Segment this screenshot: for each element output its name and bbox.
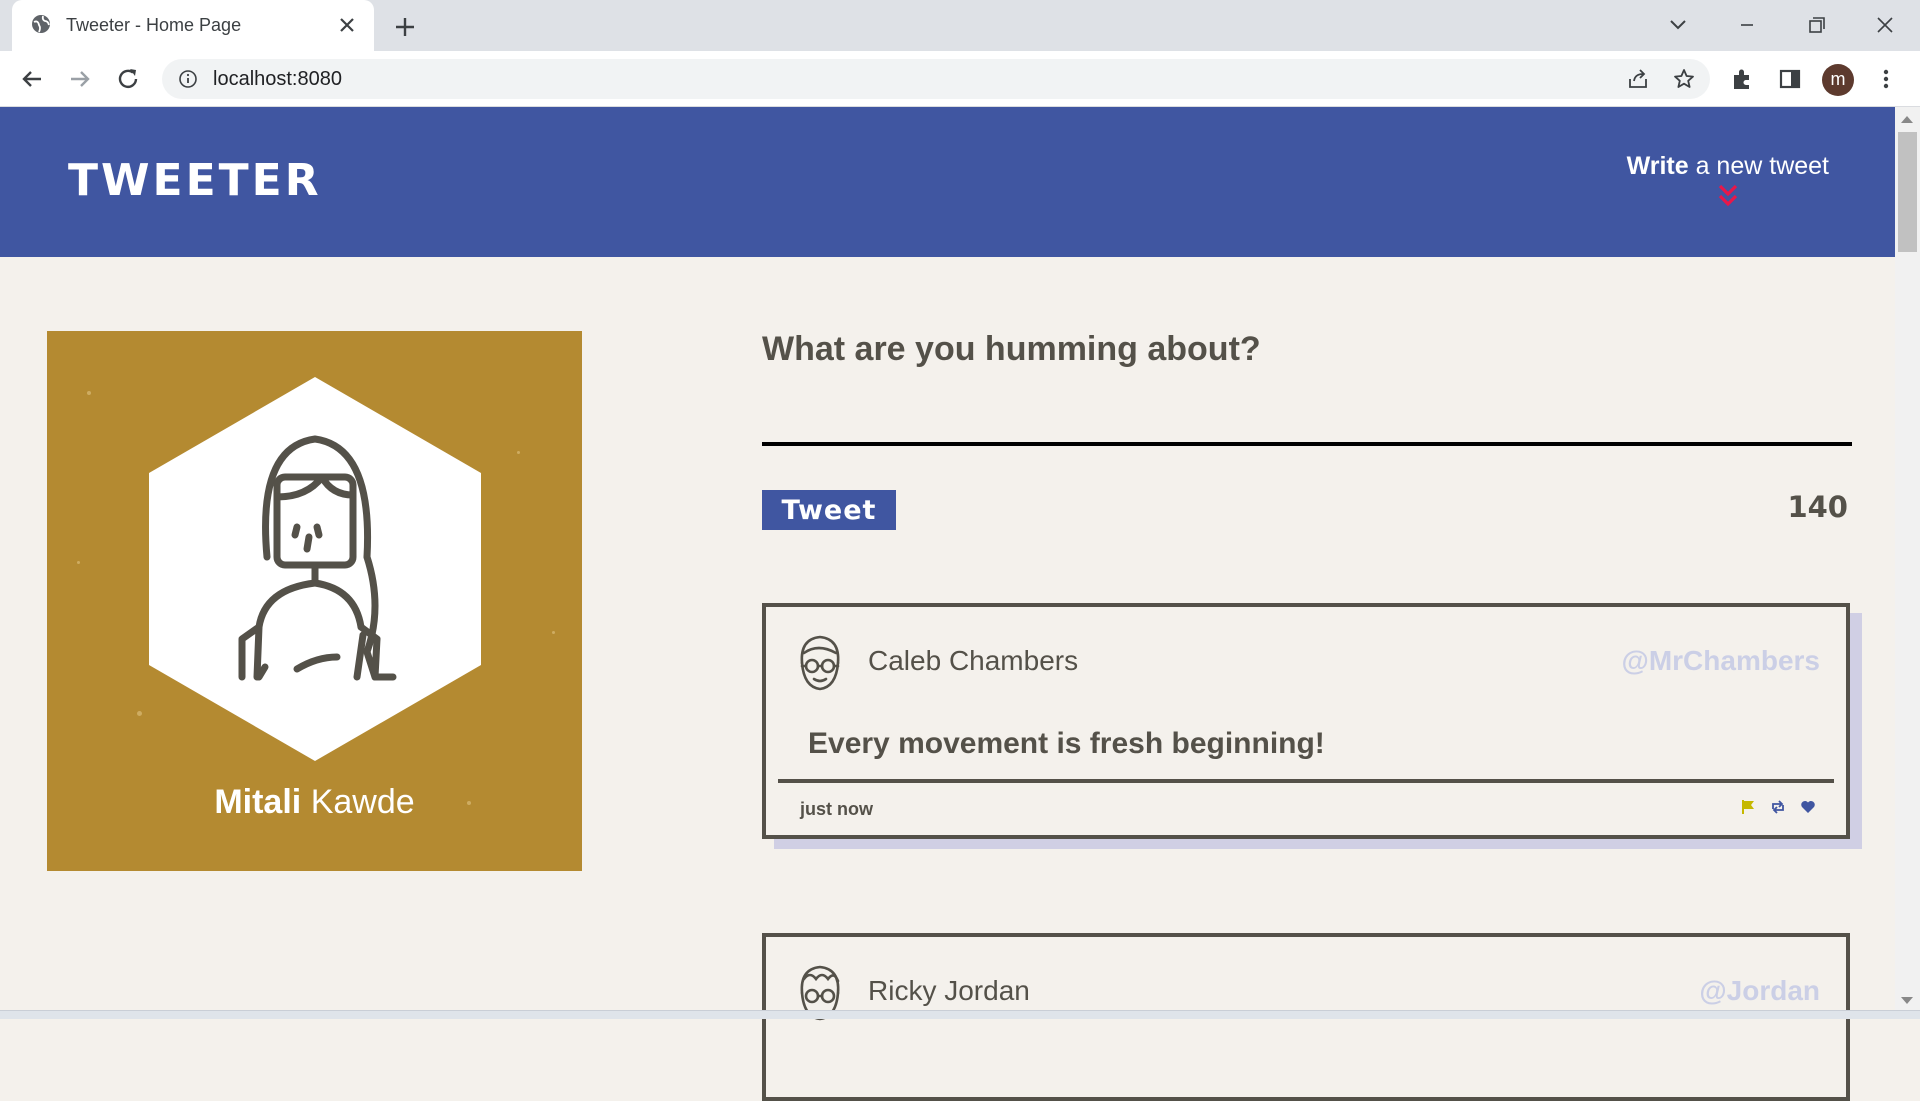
globe-icon (30, 13, 52, 39)
scroll-down-arrow[interactable] (1901, 997, 1913, 1004)
profile-avatar-hex (149, 377, 481, 761)
minimize-icon[interactable] (1727, 10, 1767, 40)
browser-tabstrip: Tweeter - Home Page (0, 0, 1920, 51)
browser-tab[interactable]: Tweeter - Home Page (12, 0, 374, 51)
side-panel-icon[interactable] (1774, 63, 1806, 95)
brand-logo: Tweeter (68, 155, 322, 206)
profile-avatar[interactable]: m (1822, 64, 1854, 96)
url-text: localhost:8080 (213, 68, 342, 90)
user-avatar-icon (800, 635, 840, 691)
window-close-icon[interactable] (1865, 10, 1905, 40)
share-icon[interactable] (1626, 67, 1650, 95)
site-header: Tweeter Write a new tweet (0, 107, 1895, 257)
profile-first-name: Mitali (214, 783, 302, 821)
char-counter: 140 (1787, 490, 1848, 524)
tweet-card: Caleb Chambers @MrChambers Every movemen… (762, 603, 1850, 839)
profile-card: Mitali Kawde (47, 331, 582, 871)
star-icon[interactable] (1672, 67, 1696, 95)
flag-icon[interactable] (1740, 799, 1756, 819)
heart-icon[interactable] (1800, 799, 1816, 819)
tweet-textarea[interactable] (762, 380, 1852, 446)
tweet-author-name: Ricky Jordan (868, 975, 1030, 1006)
tweet-footer: just now (778, 779, 1834, 835)
scroll-up-arrow[interactable] (1901, 116, 1913, 123)
compose-label: a new tweet (1688, 152, 1829, 180)
retweet-icon[interactable] (1770, 799, 1786, 819)
scroll-thumb[interactable] (1898, 132, 1917, 252)
tweet-actions (1740, 799, 1816, 819)
new-tab-icon[interactable] (390, 12, 420, 42)
extensions-icon[interactable] (1726, 63, 1758, 95)
new-tweet-section: What are you humming about? Tweet 140 (762, 330, 1852, 530)
menu-icon[interactable] (1870, 63, 1902, 95)
info-icon[interactable] (178, 69, 198, 93)
tweet-header: Caleb Chambers @MrChambers (766, 607, 1846, 717)
profile-name: Mitali Kawde (47, 783, 582, 822)
back-icon[interactable] (16, 63, 48, 95)
close-icon[interactable] (334, 12, 360, 38)
tweet-author-handle: @MrChambers (1621, 645, 1820, 676)
compose-bold-label: Write (1626, 152, 1689, 180)
tweet-timestamp: just now (800, 799, 873, 819)
tweet-button[interactable]: Tweet (762, 490, 896, 530)
composer-prompt: What are you humming about? (762, 330, 1261, 368)
tweet-header: Ricky Jordan @Jordan (766, 937, 1846, 1047)
write-new-tweet-toggle[interactable]: Write a new tweet (1627, 152, 1829, 209)
tab-title: Tweeter - Home Page (66, 15, 242, 35)
reload-icon[interactable] (112, 63, 144, 95)
address-bar[interactable]: localhost:8080 (162, 59, 1710, 99)
chevron-down-icon[interactable] (1658, 10, 1698, 40)
tweet-author-name: Caleb Chambers (868, 645, 1079, 676)
forward-icon[interactable] (64, 63, 96, 95)
profile-last-name: Kawde (301, 783, 415, 821)
tweet-author-handle: @Jordan (1699, 975, 1820, 1006)
tweet-text: Every movement is fresh beginning! (808, 727, 1325, 760)
browser-toolbar: localhost:8080 m (0, 51, 1920, 107)
restore-icon[interactable] (1796, 10, 1836, 40)
double-chevron-down-icon (1718, 184, 1737, 207)
page-scrollbar[interactable] (1895, 107, 1920, 1012)
